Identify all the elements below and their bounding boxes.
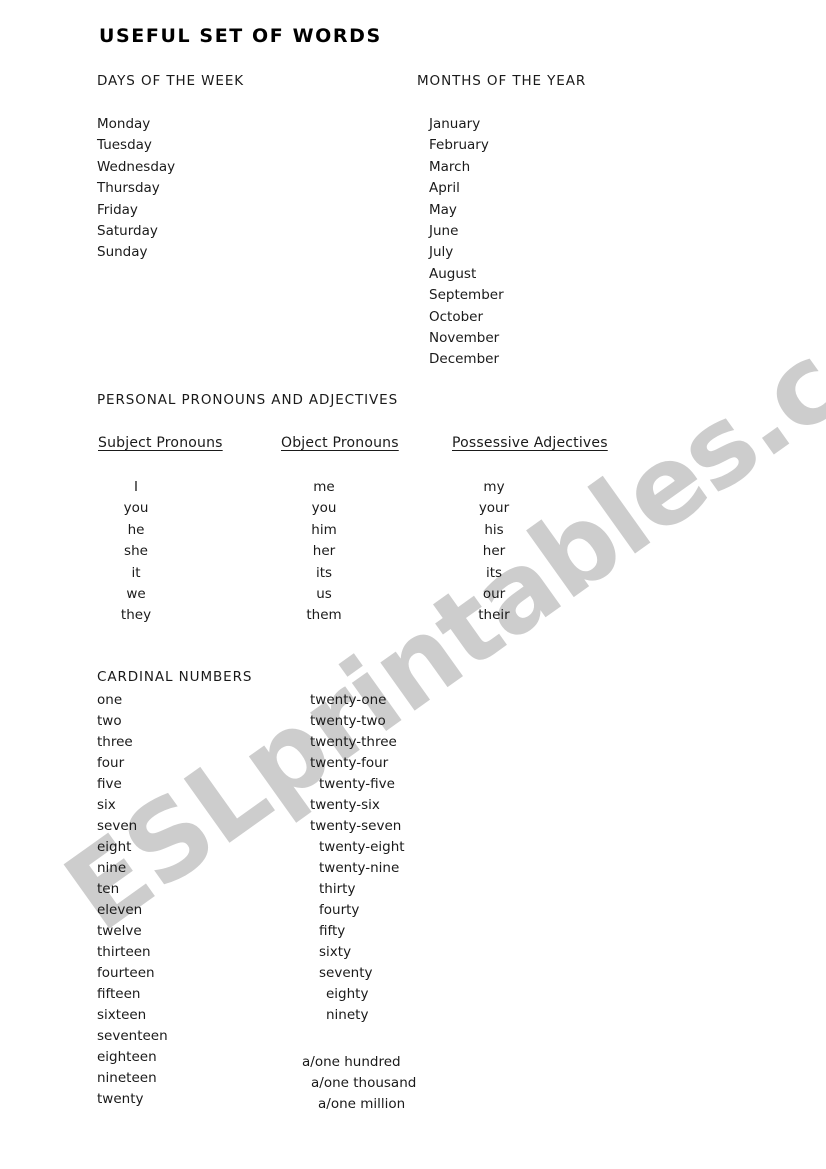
list-item: four — [97, 755, 125, 771]
list-item: its — [315, 564, 333, 581]
subject-pronouns-heading: Subject Pronouns — [98, 435, 223, 451]
subject-pronouns-list: I you he she it we they — [76, 477, 196, 627]
list-item: eighty — [326, 986, 369, 1002]
list-item: fourteen — [97, 965, 155, 981]
list-item: June — [429, 223, 459, 240]
list-item: your — [478, 500, 510, 517]
list-item: fourty — [319, 902, 360, 918]
list-item: Saturday — [97, 223, 158, 240]
worksheet-page: ESLprintables.com USEFUL SET OF WORDS DA… — [0, 0, 826, 1169]
list-item: he — [127, 521, 145, 538]
numbers-heading: CARDINAL NUMBERS — [97, 669, 253, 685]
list-item: ten — [97, 881, 120, 897]
large-numbers-list: a/one hundred a/one thousand a/one milli… — [302, 1052, 416, 1115]
list-item: her — [312, 543, 336, 560]
list-item: February — [429, 137, 489, 154]
list-item: it — [131, 564, 141, 581]
list-item: him — [311, 521, 337, 538]
list-item: July — [429, 244, 454, 261]
list-item: twenty-three — [310, 734, 397, 750]
possessive-adjectives-heading: Possessive Adjectives — [452, 435, 608, 451]
list-item: March — [429, 158, 471, 175]
list-item: April — [429, 180, 460, 197]
list-item: two — [97, 713, 122, 729]
list-item: Thursday — [97, 180, 160, 197]
worksheet-content: USEFUL SET OF WORDS DAYS OF THE WEEK Mon… — [0, 0, 826, 1169]
list-item: seven — [97, 818, 138, 834]
list-item: their — [478, 607, 510, 624]
list-item: nine — [97, 860, 127, 876]
list-item: twenty-five — [319, 776, 395, 792]
list-item: Friday — [97, 201, 138, 218]
list-item: you — [123, 500, 149, 517]
list-item: May — [429, 201, 457, 218]
list-item: twenty-nine — [319, 860, 400, 876]
list-item: eleven — [97, 902, 143, 918]
list-item: fifteen — [97, 986, 141, 1002]
list-item: them — [306, 607, 342, 624]
list-item: sixty — [319, 944, 352, 960]
list-item: us — [316, 586, 332, 603]
list-item: seventy — [319, 965, 373, 981]
list-item: a/one thousand — [311, 1075, 417, 1091]
list-item: eight — [97, 839, 132, 855]
list-item: a/one million — [318, 1096, 406, 1112]
list-item: September — [429, 287, 504, 304]
list-item: I — [134, 479, 138, 495]
object-pronouns-list: me you him her its us them — [264, 477, 384, 627]
list-item: seventeen — [97, 1028, 168, 1044]
cardinal-numbers-left-list: one two three four five six seven eight … — [97, 690, 168, 1110]
pronouns-heading: PERSONAL PRONOUNS AND ADJECTIVES — [97, 392, 399, 408]
list-item: January — [429, 116, 481, 132]
list-item: December — [429, 351, 500, 368]
list-item: sixteen — [97, 1007, 147, 1023]
list-item: twenty-one — [310, 692, 387, 708]
list-item: twenty-two — [310, 713, 386, 729]
possessive-adjectives-list: my your his her its our their — [434, 477, 554, 627]
list-item: Wednesday — [97, 158, 176, 175]
list-item: one — [97, 692, 123, 708]
object-pronouns-heading: Object Pronouns — [281, 435, 399, 451]
list-item: three — [97, 734, 133, 750]
list-item: my — [483, 479, 505, 495]
list-item: twenty-seven — [310, 818, 402, 834]
list-item: you — [311, 500, 337, 517]
list-item: thirty — [319, 881, 356, 897]
list-item: her — [482, 543, 506, 560]
list-item: our — [482, 586, 506, 603]
list-item: six — [97, 797, 116, 813]
list-item: twenty-eight — [319, 839, 405, 855]
list-item: November — [429, 330, 500, 347]
list-item: twenty — [97, 1091, 144, 1107]
list-item: ninety — [326, 1007, 369, 1023]
list-item: thirteen — [97, 944, 151, 960]
list-item: Monday — [97, 116, 151, 132]
days-heading: DAYS OF THE WEEK — [97, 73, 245, 89]
list-item: twenty-four — [310, 755, 389, 771]
list-item: nineteen — [97, 1070, 157, 1086]
list-item: his — [484, 521, 504, 538]
cardinal-numbers-right-list: twenty-one twenty-two twenty-three twent… — [310, 690, 405, 1026]
list-item: twenty-six — [310, 797, 380, 813]
page-title: USEFUL SET OF WORDS — [99, 25, 382, 47]
days-list: Monday Tuesday Wednesday Thursday Friday… — [97, 114, 175, 264]
list-item: Sunday — [97, 244, 148, 261]
list-item: me — [313, 479, 335, 495]
list-item: fifty — [319, 923, 346, 939]
months-list: January February March April May June Ju… — [429, 114, 504, 371]
list-item: they — [120, 607, 152, 624]
months-heading: MONTHS OF THE YEAR — [417, 73, 587, 89]
list-item: October — [429, 308, 484, 325]
list-item: twelve — [97, 923, 142, 939]
list-item: she — [124, 543, 148, 560]
list-item: we — [126, 586, 146, 603]
list-item: Tuesday — [97, 137, 152, 154]
list-item: its — [485, 564, 503, 581]
list-item: eighteen — [97, 1049, 157, 1065]
list-item: five — [97, 776, 122, 792]
list-item: August — [429, 265, 477, 282]
list-item: a/one hundred — [302, 1054, 401, 1070]
